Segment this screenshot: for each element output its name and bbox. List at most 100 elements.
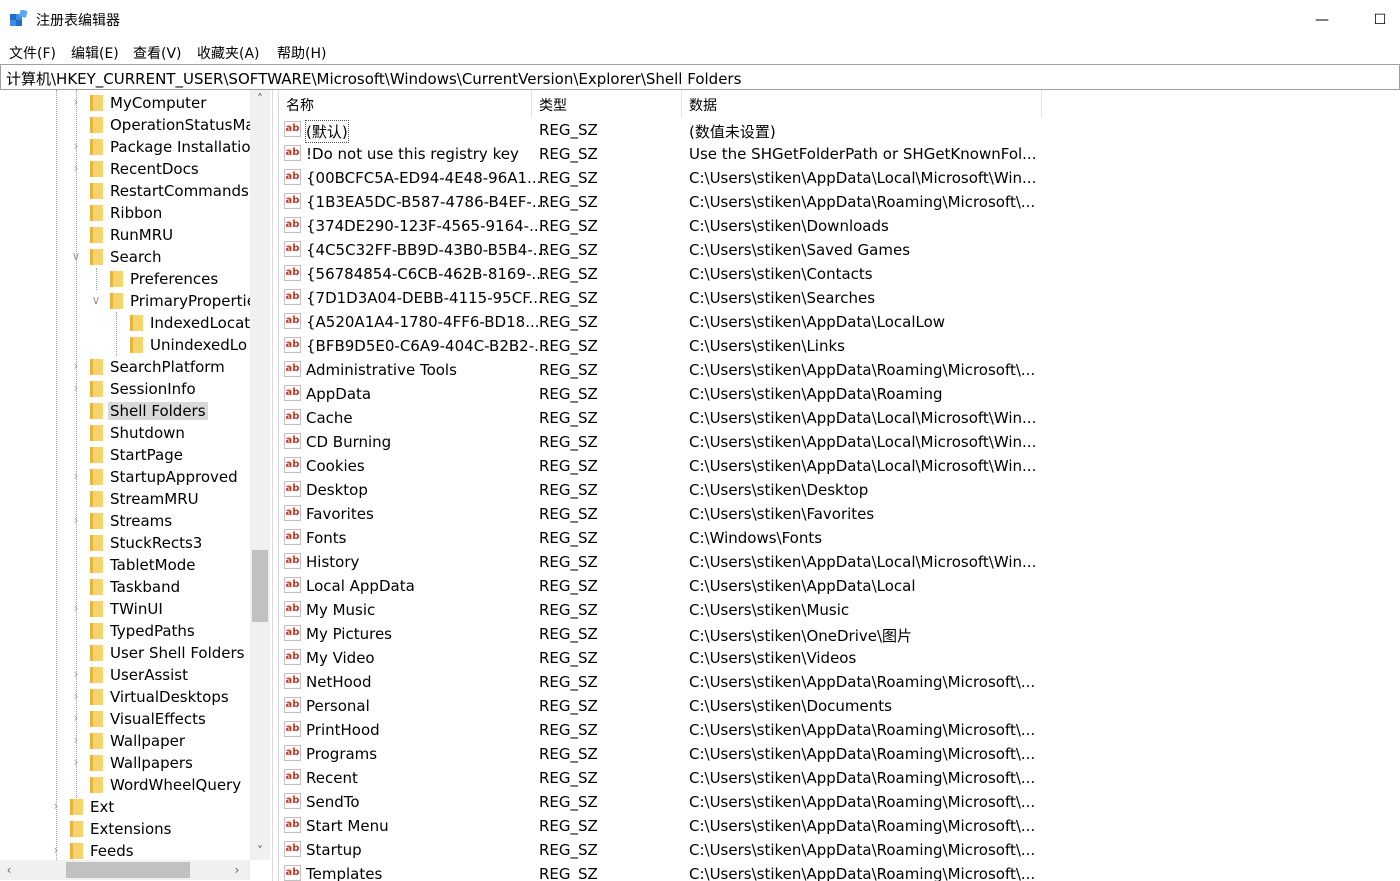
tree-node[interactable]: › UserAssist bbox=[0, 664, 250, 686]
value-row[interactable]: ab Start Menu REG_SZ C:\Users\stiken\AppDat… bbox=[279, 814, 1400, 838]
value-row[interactable]: ab NetHood REG_SZ C:\Users\stiken\AppData\R… bbox=[279, 670, 1400, 694]
address-path[interactable]: 计算机\HKEY_CURRENT_USER\SOFTWARE\Microsoft… bbox=[6, 68, 741, 89]
value-row[interactable]: ab Administrative Tools REG_SZ C:\Users\sti… bbox=[279, 358, 1400, 382]
value-row[interactable]: ab Programs REG_SZ C:\Users\stiken\AppData\… bbox=[279, 742, 1400, 766]
tree-node[interactable]: › RecentDocs bbox=[0, 158, 250, 180]
scroll-up-icon[interactable]: ˄ bbox=[250, 90, 270, 108]
tree-vertical-scrollbar[interactable]: ˄ ˅ bbox=[250, 90, 270, 860]
tree-node[interactable]: › Streams bbox=[0, 510, 250, 532]
value-row[interactable]: ab Templates REG_SZ C:\Users\stiken\AppData… bbox=[279, 862, 1400, 881]
tree-node[interactable]: User Shell Folders bbox=[0, 642, 250, 664]
chevron-right-icon[interactable]: › bbox=[50, 842, 62, 858]
chevron-right-icon[interactable]: › bbox=[70, 600, 82, 616]
value-row[interactable]: ab Cookies REG_SZ C:\Users\stiken\AppData\L… bbox=[279, 454, 1400, 478]
tree-node[interactable]: › Wallpapers bbox=[0, 752, 250, 774]
menu-edit[interactable]: 编辑(E) bbox=[71, 43, 119, 63]
value-row[interactable]: ab {BFB9D5E0-C6A9-404C-B2B2-... REG_SZ C:\U… bbox=[279, 334, 1400, 358]
value-row[interactable]: ab {1B3EA5DC-B587-4786-B4EF-... REG_SZ C:\U… bbox=[279, 190, 1400, 214]
tree-node[interactable]: UnindexedLo bbox=[0, 334, 250, 356]
value-row[interactable]: ab Favorites REG_SZ C:\Users\stiken\Favorit… bbox=[279, 502, 1400, 526]
value-row[interactable]: ab {00BCFC5A-ED94-4E48-96A1... REG_SZ C:\Us… bbox=[279, 166, 1400, 190]
chevron-right-icon[interactable]: › bbox=[70, 358, 82, 374]
value-row[interactable]: ab SendTo REG_SZ C:\Users\stiken\AppData\Ro… bbox=[279, 790, 1400, 814]
value-row[interactable]: ab History REG_SZ C:\Users\stiken\AppData\L… bbox=[279, 550, 1400, 574]
tree-node[interactable]: › Wallpaper bbox=[0, 730, 250, 752]
scroll-thumb[interactable] bbox=[66, 862, 190, 878]
chevron-right-icon[interactable]: › bbox=[70, 160, 82, 176]
menu-help[interactable]: 帮助(H) bbox=[277, 43, 326, 63]
tree-node[interactable]: Taskband bbox=[0, 576, 250, 598]
value-row[interactable]: ab Local AppData REG_SZ C:\Users\stiken\App… bbox=[279, 574, 1400, 598]
value-row[interactable]: ab AppData REG_SZ C:\Users\stiken\AppData\R… bbox=[279, 382, 1400, 406]
maximize-button[interactable]: ☐ bbox=[1360, 6, 1400, 34]
tree-node[interactable]: › Feeds bbox=[0, 840, 250, 860]
chevron-right-icon[interactable]: › bbox=[70, 688, 82, 704]
value-row[interactable]: ab My Music REG_SZ C:\Users\stiken\Music bbox=[279, 598, 1400, 622]
menu-file[interactable]: 文件(F) bbox=[9, 43, 56, 63]
value-row[interactable]: ab {374DE290-123F-4565-9164-... REG_SZ C:\U… bbox=[279, 214, 1400, 238]
column-header-data[interactable]: 数据 bbox=[689, 95, 717, 115]
chevron-right-icon[interactable]: › bbox=[50, 798, 62, 814]
chevron-right-icon[interactable]: › bbox=[70, 754, 82, 770]
tree-node[interactable]: Ribbon bbox=[0, 202, 250, 224]
chevron-right-icon[interactable]: › bbox=[70, 512, 82, 528]
value-row[interactable]: ab {A520A1A4-1780-4FF6-BD18... REG_SZ C:\Us… bbox=[279, 310, 1400, 334]
column-header-name[interactable]: 名称 bbox=[286, 95, 314, 115]
column-divider[interactable] bbox=[1041, 90, 1042, 118]
value-row[interactable]: ab {4C5C32FF-BB9D-43B0-B5B4-... REG_SZ C:\U… bbox=[279, 238, 1400, 262]
tree-node[interactable]: Shutdown bbox=[0, 422, 250, 444]
chevron-right-icon[interactable]: › bbox=[70, 710, 82, 726]
scroll-down-icon[interactable]: ˅ bbox=[250, 842, 270, 860]
value-row[interactable]: ab Desktop REG_SZ C:\Users\stiken\Desktop bbox=[279, 478, 1400, 502]
column-divider[interactable] bbox=[681, 90, 682, 118]
tree-node[interactable]: RunMRU bbox=[0, 224, 250, 246]
tree-node[interactable]: OperationStatusMa bbox=[0, 114, 250, 136]
chevron-right-icon[interactable]: › bbox=[70, 468, 82, 484]
tree-node[interactable]: ∨ PrimaryProperties bbox=[0, 290, 250, 312]
tree-node[interactable]: TabletMode bbox=[0, 554, 250, 576]
tree-node[interactable]: › TWinUI bbox=[0, 598, 250, 620]
tree-node[interactable]: RestartCommands bbox=[0, 180, 250, 202]
value-row[interactable]: ab {56784854-C6CB-462B-8169-... REG_SZ C:\U… bbox=[279, 262, 1400, 286]
tree-node[interactable]: › SearchPlatform bbox=[0, 356, 250, 378]
value-row[interactable]: ab (默认) REG_SZ (数值未设置) bbox=[279, 118, 1400, 143]
tree-node[interactable]: StuckRects3 bbox=[0, 532, 250, 554]
column-header-type[interactable]: 类型 bbox=[539, 95, 567, 115]
tree-node[interactable]: › SessionInfo bbox=[0, 378, 250, 400]
chevron-right-icon[interactable]: › bbox=[70, 94, 82, 110]
scroll-thumb[interactable] bbox=[252, 550, 268, 622]
chevron-right-icon[interactable]: › bbox=[70, 666, 82, 682]
value-row[interactable]: ab !Do not use this registry key REG_SZ Use… bbox=[279, 142, 1400, 166]
value-row[interactable]: ab Fonts REG_SZ C:\Windows\Fonts bbox=[279, 526, 1400, 550]
tree-horizontal-scrollbar[interactable]: ‹ › bbox=[0, 860, 250, 880]
value-row[interactable]: ab {7D1D3A04-DEBB-4115-95CF... REG_SZ C:\Us… bbox=[279, 286, 1400, 310]
scroll-left-icon[interactable]: ‹ bbox=[0, 860, 18, 880]
chevron-right-icon[interactable]: › bbox=[70, 732, 82, 748]
tree-node[interactable]: Shell Folders bbox=[0, 400, 250, 422]
value-row[interactable]: ab CD Burning REG_SZ C:\Users\stiken\AppDat… bbox=[279, 430, 1400, 454]
tree-node[interactable]: StreamMRU bbox=[0, 488, 250, 510]
tree-node[interactable]: StartPage bbox=[0, 444, 250, 466]
tree-node[interactable]: › Package Installation bbox=[0, 136, 250, 158]
value-row[interactable]: ab Cache REG_SZ C:\Users\stiken\AppData\Loc… bbox=[279, 406, 1400, 430]
address-bar[interactable]: 计算机\HKEY_CURRENT_USER\SOFTWARE\Microsoft… bbox=[0, 64, 1400, 90]
tree-node[interactable]: IndexedLocat bbox=[0, 312, 250, 334]
chevron-right-icon[interactable]: › bbox=[70, 138, 82, 154]
tree-node[interactable]: WordWheelQuery bbox=[0, 774, 250, 796]
minimize-button[interactable]: — bbox=[1302, 6, 1342, 34]
tree-node[interactable]: › VisualEffects bbox=[0, 708, 250, 730]
value-row[interactable]: ab My Video REG_SZ C:\Users\stiken\Videos bbox=[279, 646, 1400, 670]
value-row[interactable]: ab Startup REG_SZ C:\Users\stiken\AppData\R… bbox=[279, 838, 1400, 862]
tree-node[interactable]: Preferences bbox=[0, 268, 250, 290]
menu-favorites[interactable]: 收藏夹(A) bbox=[197, 43, 260, 63]
chevron-down-icon[interactable]: ∨ bbox=[70, 248, 82, 264]
tree-node[interactable]: ∨ Search bbox=[0, 246, 250, 268]
value-row[interactable]: ab Personal REG_SZ C:\Users\stiken\Document… bbox=[279, 694, 1400, 718]
tree-node[interactable]: › Ext bbox=[0, 796, 250, 818]
value-row[interactable]: ab My Pictures REG_SZ C:\Users\stiken\OneDr… bbox=[279, 622, 1400, 646]
menu-view[interactable]: 查看(V) bbox=[133, 43, 182, 63]
value-row[interactable]: ab Recent REG_SZ C:\Users\stiken\AppData\Ro… bbox=[279, 766, 1400, 790]
scroll-right-icon[interactable]: › bbox=[228, 860, 246, 880]
tree-node[interactable]: › VirtualDesktops bbox=[0, 686, 250, 708]
chevron-down-icon[interactable]: ∨ bbox=[90, 292, 102, 308]
